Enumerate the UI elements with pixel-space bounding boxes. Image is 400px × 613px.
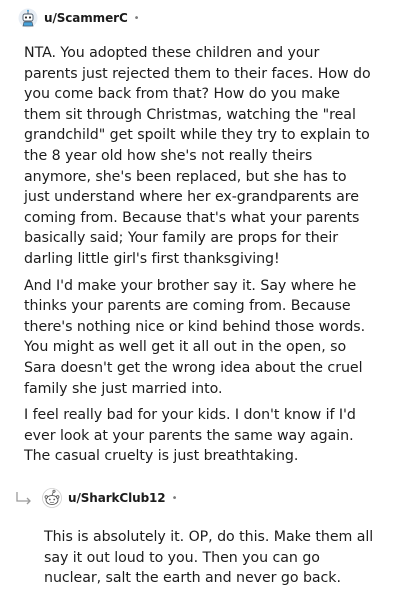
separator-dot: •: [171, 492, 178, 504]
reply-comment: u/SharkClub12 • This is absolutely it. O…: [0, 480, 400, 589]
username[interactable]: u/ScammerC: [44, 11, 128, 25]
reply-arrow-icon: [14, 490, 34, 506]
comment-paragraph: This is absolutely it. OP, do this. Make…: [44, 529, 374, 587]
comment-header: u/SharkClub12 •: [0, 483, 400, 513]
comment-paragraph: And I'd make your brother say it. Say wh…: [24, 277, 366, 397]
comment: u/ScammerC • NTA. You adopted these chil…: [0, 0, 400, 473]
snoo-avatar-icon[interactable]: [42, 488, 62, 508]
comment-paragraph: NTA. You adopted these children and your…: [24, 45, 371, 267]
comment-body: NTA. You adopted these children and your…: [0, 43, 400, 467]
separator-dot: •: [133, 12, 140, 24]
comment-body: This is absolutely it. OP, do this. Make…: [0, 527, 400, 589]
robot-avatar-icon[interactable]: [18, 8, 38, 28]
comment-header: u/ScammerC •: [0, 3, 400, 33]
username[interactable]: u/SharkClub12: [68, 491, 166, 505]
comment-paragraph: I feel really bad for your kids. I don't…: [24, 407, 356, 465]
